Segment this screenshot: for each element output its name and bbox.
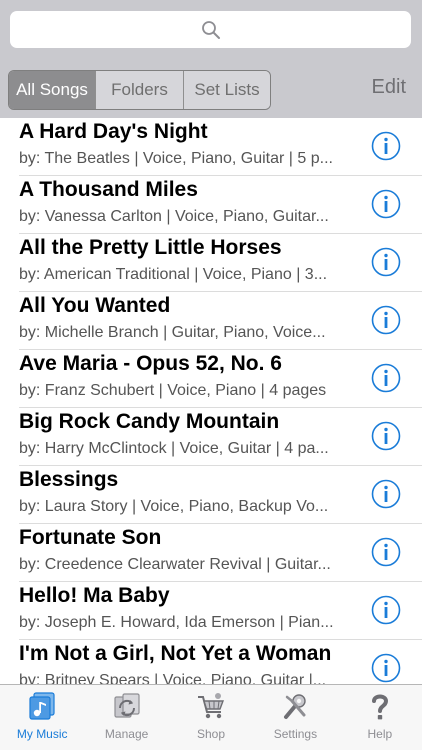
info-icon[interactable] [371, 653, 401, 683]
song-title: A Hard Day's Night [19, 120, 208, 143]
song-subtitle: by: Vanessa Carlton | Voice, Piano, Guit… [19, 208, 329, 225]
info-icon[interactable] [371, 131, 401, 161]
song-row[interactable]: Hello! Ma Baby by: Joseph E. Howard, Ida… [0, 582, 422, 640]
song-row[interactable]: I'm Not a Girl, Not Yet a Woman by: Brit… [0, 640, 422, 684]
song-title: Big Rock Candy Mountain [19, 410, 280, 433]
tab-label: Settings [273, 727, 318, 741]
song-row[interactable]: All the Pretty Little Horses by: America… [0, 234, 422, 292]
search-field[interactable] [10, 11, 411, 48]
help-icon [363, 691, 397, 723]
shop-cart-icon [194, 691, 228, 723]
tab-settings[interactable]: Settings [253, 685, 337, 750]
song-row[interactable]: Blessings by: Laura Story | Voice, Piano… [0, 466, 422, 524]
info-icon[interactable] [371, 363, 401, 393]
edit-button[interactable]: Edit [372, 76, 406, 99]
song-title: Fortunate Son [19, 526, 162, 549]
song-title: All You Wanted [19, 294, 171, 317]
tab-my-music[interactable]: My Music [0, 685, 84, 750]
song-subtitle: by: The Beatles | Voice, Piano, Guitar |… [19, 150, 333, 167]
tab-manage[interactable]: Manage [84, 685, 168, 750]
segment-all-songs[interactable]: All Songs [9, 71, 96, 109]
manage-icon [110, 691, 144, 723]
song-title: All the Pretty Little Horses [19, 236, 282, 259]
tab-label: Shop [197, 727, 226, 741]
song-subtitle: by: American Traditional | Voice, Piano … [19, 266, 328, 283]
song-row[interactable]: A Hard Day's Night by: The Beatles | Voi… [0, 118, 422, 176]
tab-shop[interactable]: Shop [169, 685, 253, 750]
song-row[interactable]: A Thousand Miles by: Vanessa Carlton | V… [0, 176, 422, 234]
song-subtitle: by: Franz Schubert | Voice, Piano | 4 pa… [19, 382, 327, 399]
song-subtitle: by: Laura Story | Voice, Piano, Backup V… [19, 498, 329, 515]
tab-label: My Music [16, 727, 68, 741]
song-row[interactable]: Big Rock Candy Mountain by: Harry McClin… [0, 408, 422, 466]
info-icon[interactable] [371, 479, 401, 509]
library-segmented-control: All Songs Folders Set Lists [8, 70, 271, 110]
search-icon [201, 20, 221, 40]
info-icon[interactable] [371, 537, 401, 567]
info-icon[interactable] [371, 595, 401, 625]
song-title: Blessings [19, 468, 119, 491]
top-bar: All Songs Folders Set Lists Edit [0, 0, 422, 118]
info-icon[interactable] [371, 305, 401, 335]
song-subtitle: by: Britney Spears | Voice, Piano, Guita… [19, 672, 327, 684]
tab-help[interactable]: Help [338, 685, 422, 750]
song-subtitle: by: Joseph E. Howard, Ida Emerson | Pian… [19, 614, 334, 631]
song-title: I'm Not a Girl, Not Yet a Woman [19, 642, 332, 665]
settings-icon [278, 691, 312, 723]
song-title: Hello! Ma Baby [19, 584, 170, 607]
segment-set-lists[interactable]: Set Lists [184, 71, 270, 109]
song-title: A Thousand Miles [19, 178, 198, 201]
segment-folders[interactable]: Folders [96, 71, 184, 109]
info-icon[interactable] [371, 421, 401, 451]
song-subtitle: by: Michelle Branch | Guitar, Piano, Voi… [19, 324, 326, 341]
song-subtitle: by: Harry McClintock | Voice, Guitar | 4… [19, 440, 329, 457]
song-row[interactable]: Ave Maria - Opus 52, No. 6 by: Franz Sch… [0, 350, 422, 408]
song-row[interactable]: All You Wanted by: Michelle Branch | Gui… [0, 292, 422, 350]
tab-label: Manage [104, 727, 149, 741]
song-title: Ave Maria - Opus 52, No. 6 [19, 352, 282, 375]
tab-bar: My Music Manage Shop Settings Help [0, 684, 422, 750]
song-subtitle: by: Creedence Clearwater Revival | Guita… [19, 556, 331, 573]
tab-label: Help [367, 727, 393, 741]
my-music-icon [25, 691, 59, 723]
info-icon[interactable] [371, 247, 401, 277]
info-icon[interactable] [371, 189, 401, 219]
song-row[interactable]: Fortunate Son by: Creedence Clearwater R… [0, 524, 422, 582]
song-list: A Hard Day's Night by: The Beatles | Voi… [0, 118, 422, 684]
